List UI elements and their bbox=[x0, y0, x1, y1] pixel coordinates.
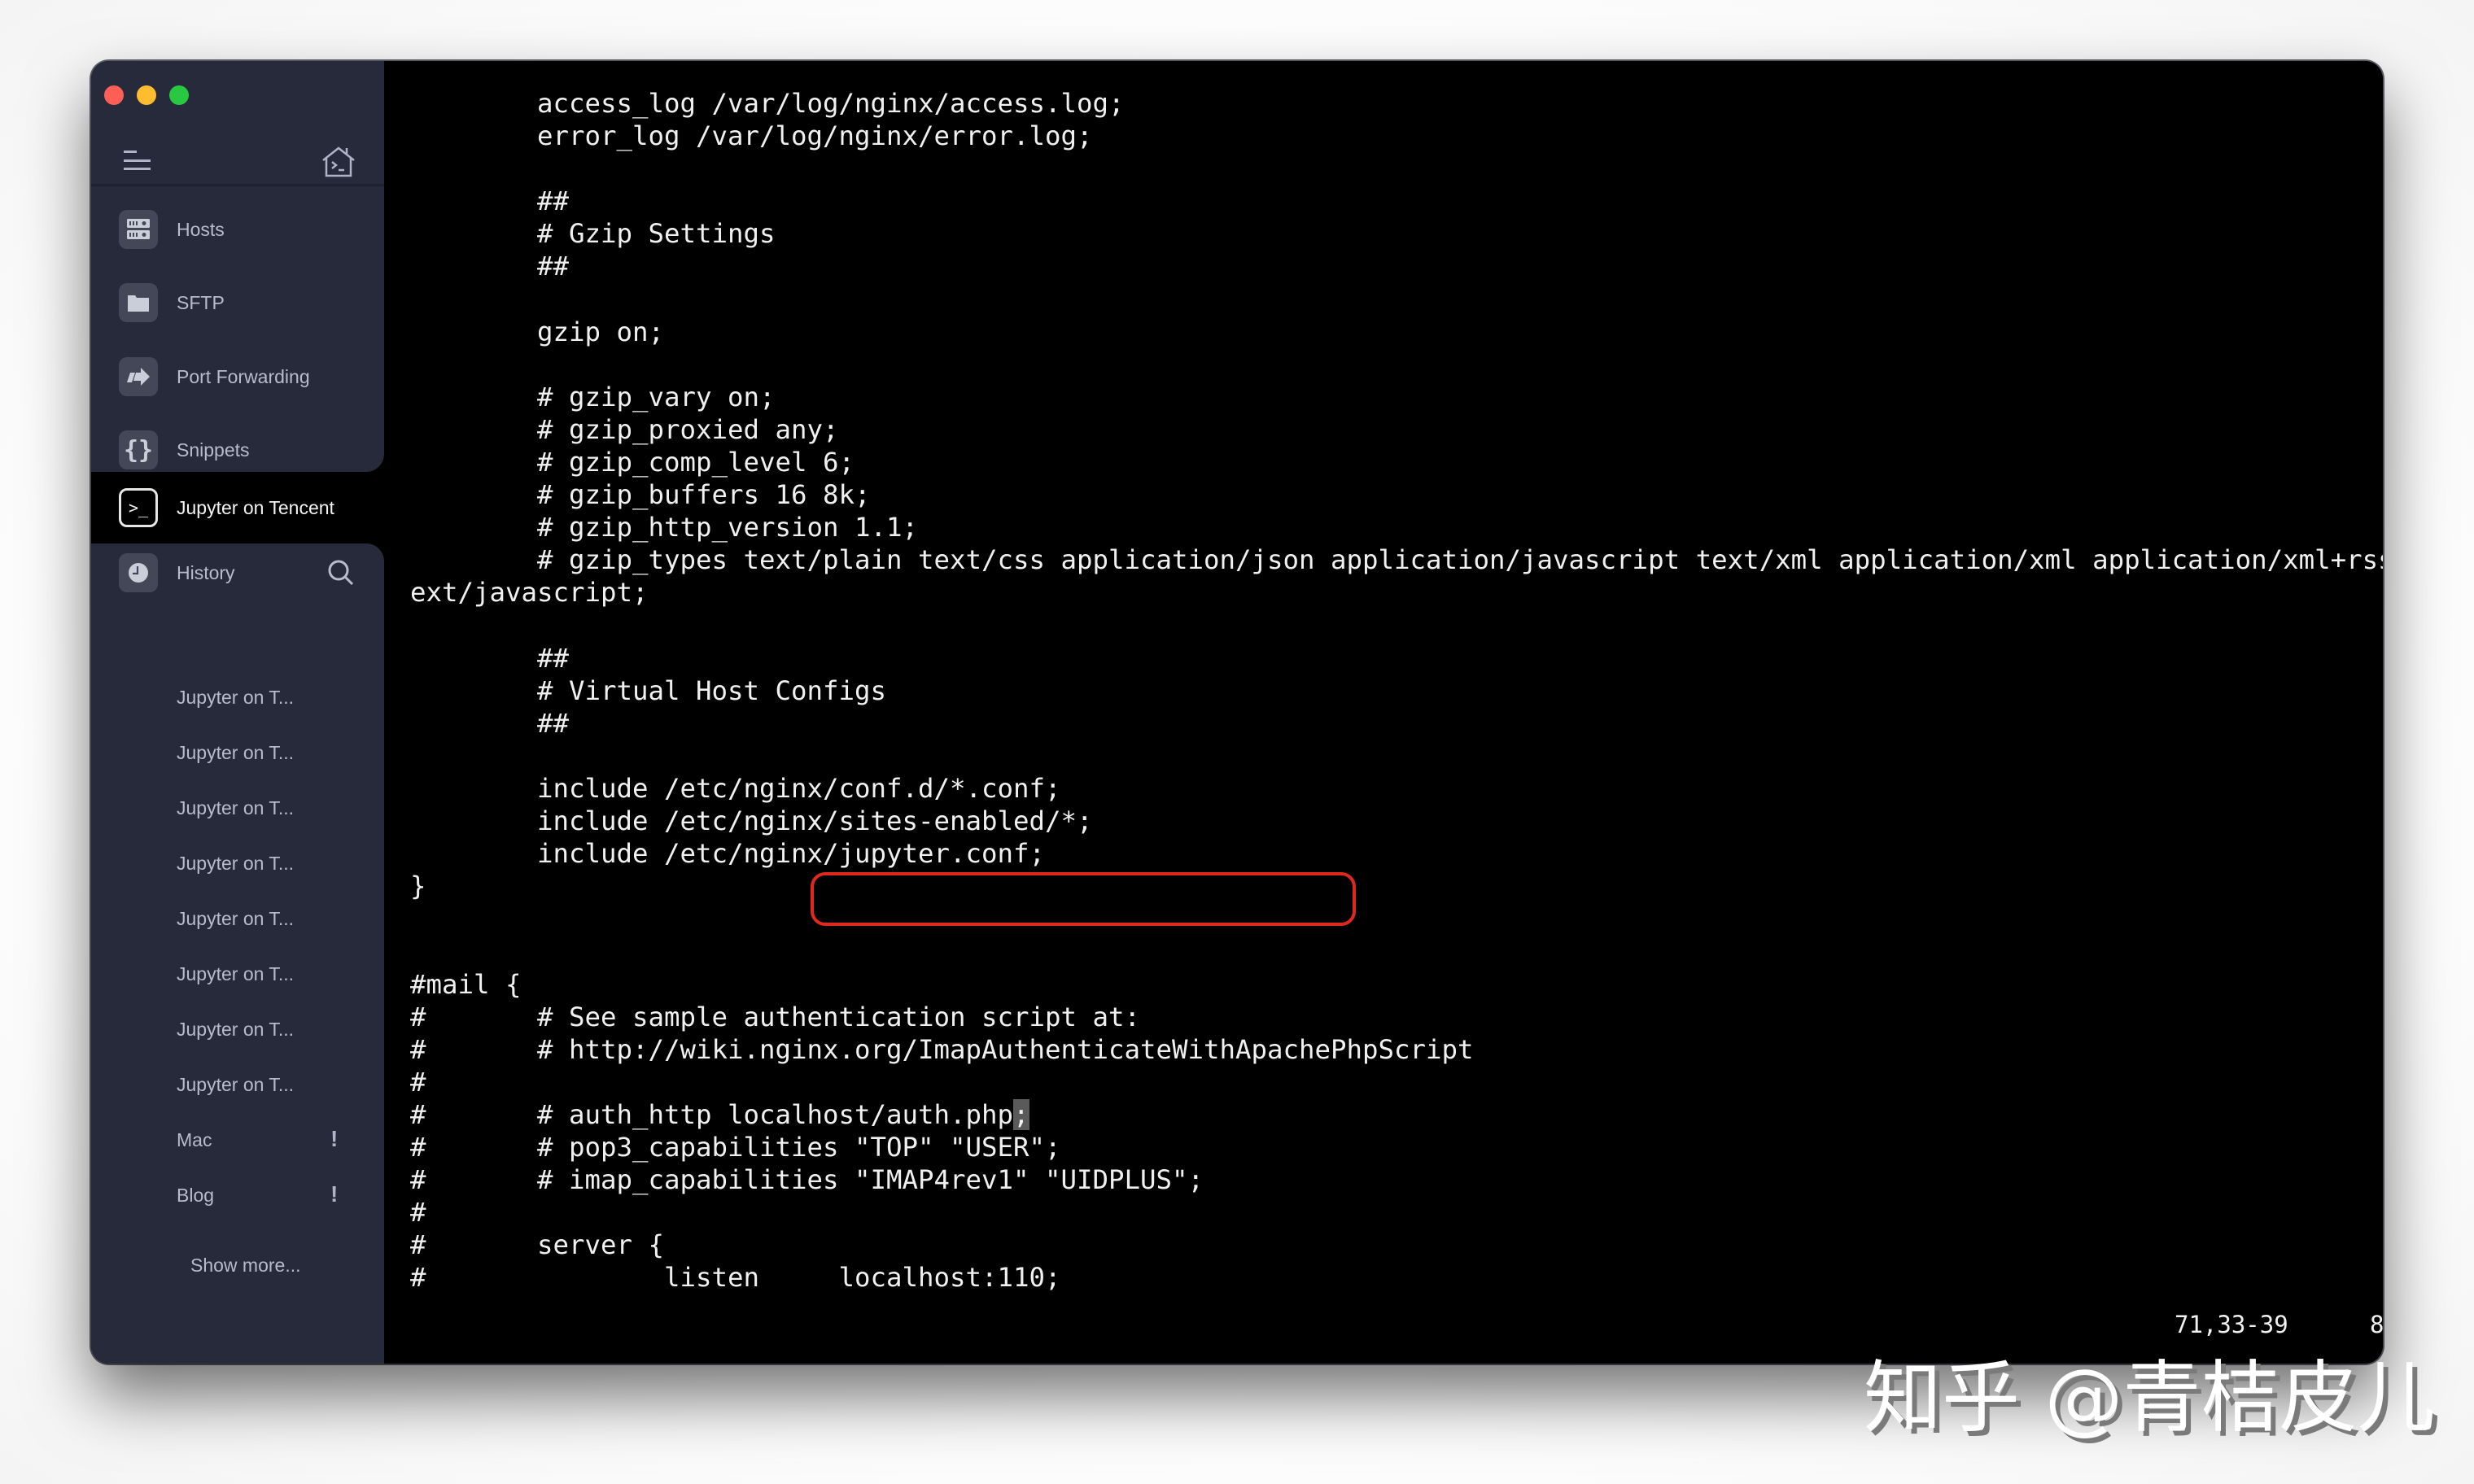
terminal-line: # gzip_buffers 16 8k; bbox=[410, 479, 871, 511]
terminal-line: ## bbox=[410, 707, 570, 739]
history-item[interactable]: Jupyter on T... bbox=[177, 853, 294, 875]
sidebar: Hosts SFTP Port Forwarding {} Snippets >… bbox=[91, 61, 384, 1364]
history-label: History bbox=[177, 561, 235, 583]
sidebar-item-sftp[interactable]: SFTP bbox=[91, 270, 384, 335]
sidebar-item-active-session[interactable]: >_ Jupyter on Tencent bbox=[91, 472, 384, 543]
app-window: Hosts SFTP Port Forwarding {} Snippets >… bbox=[91, 61, 2383, 1364]
history-item[interactable]: Jupyter on T... bbox=[177, 687, 294, 709]
sidebar-item-port-forwarding[interactable]: Port Forwarding bbox=[91, 344, 384, 409]
terminal-line: # bbox=[410, 1197, 426, 1229]
nav-label: Hosts bbox=[177, 218, 225, 240]
terminal-view[interactable]: access_log /var/log/nginx/access.log; er… bbox=[384, 61, 2383, 1364]
terminal-line: # # imap_capabilities "IMAP4rev1" "UIDPL… bbox=[410, 1164, 1204, 1196]
terminal-line: access_log /var/log/nginx/access.log; bbox=[410, 88, 1125, 119]
terminal-output: access_log /var/log/nginx/access.log; er… bbox=[410, 87, 2383, 1294]
sidebar-header bbox=[91, 146, 384, 185]
watermark: 知乎 @青桔皮儿 bbox=[1864, 1352, 2436, 1443]
menu-icon[interactable] bbox=[124, 151, 151, 173]
history-header[interactable]: History bbox=[91, 540, 384, 605]
terminal-line: # # http://wiki.nginx.org/ImapAuthentica… bbox=[410, 1033, 1474, 1065]
terminal-line: include /etc/nginx/sites-enabled/*; bbox=[410, 805, 1093, 837]
history-item[interactable]: Mac bbox=[177, 1129, 212, 1151]
terminal-home-icon[interactable] bbox=[321, 146, 356, 178]
terminal-line: # # pop3_capabilities "TOP" "USER"; bbox=[410, 1132, 1061, 1163]
folder-icon bbox=[119, 283, 158, 322]
terminal-line: #mail { bbox=[410, 968, 522, 1000]
terminal-line: ## bbox=[410, 642, 570, 674]
terminal-line: # listen localhost:110; bbox=[410, 1262, 1061, 1294]
search-icon[interactable] bbox=[327, 559, 355, 587]
terminal-line: # gzip_comp_level 6; bbox=[410, 447, 855, 478]
terminal-line: # gzip_vary on; bbox=[410, 381, 776, 412]
header-divider bbox=[91, 184, 384, 186]
minimize-button[interactable] bbox=[137, 85, 156, 105]
forward-arrow-icon bbox=[119, 357, 158, 396]
history-item[interactable]: Jupyter on T... bbox=[177, 742, 294, 764]
warning-icon: ! bbox=[330, 1126, 339, 1151]
text-cursor: ; bbox=[1013, 1098, 1029, 1130]
warning-icon: ! bbox=[330, 1181, 339, 1207]
terminal-line: error_log /var/log/nginx/error.log; bbox=[410, 120, 1093, 152]
nav-label: Snippets bbox=[177, 439, 250, 460]
terminal-prompt-icon: >_ bbox=[119, 488, 158, 527]
terminal-line: # bbox=[410, 1066, 426, 1098]
history-item[interactable]: Jupyter on T... bbox=[177, 797, 294, 819]
terminal-line: # # See sample authentication script at: bbox=[410, 1001, 1141, 1032]
history-item[interactable]: Jupyter on T... bbox=[177, 1019, 294, 1041]
nav-label: SFTP bbox=[177, 291, 225, 313]
terminal-line: # Gzip Settings bbox=[410, 218, 776, 250]
terminal-line: # server { bbox=[410, 1229, 665, 1261]
terminal-line: include /etc/nginx/conf.d/*.conf; bbox=[410, 772, 1061, 804]
terminal-line: ext/javascript; bbox=[410, 577, 649, 609]
zoom-button[interactable] bbox=[169, 85, 189, 105]
history-item[interactable]: Jupyter on T... bbox=[177, 1074, 294, 1096]
sidebar-item-hosts[interactable]: Hosts bbox=[91, 197, 384, 262]
terminal-line: include /etc/nginx/jupyter.conf; bbox=[410, 838, 1046, 870]
terminal-line: ## bbox=[410, 251, 570, 282]
terminal-line: ## bbox=[410, 186, 570, 217]
terminal-line: gzip on; bbox=[410, 316, 665, 347]
sidebar-top-panel: Hosts SFTP Port Forwarding {} Snippets bbox=[91, 61, 384, 472]
history-item[interactable]: Blog bbox=[177, 1185, 214, 1207]
history-item[interactable]: Jupyter on T... bbox=[177, 908, 294, 930]
terminal-line: # Virtual Host Configs bbox=[410, 674, 887, 706]
terminal-line: } bbox=[410, 871, 426, 902]
terminal-line: # # auth_http localhost/auth.php; bbox=[410, 1098, 1029, 1130]
braces-icon: {} bbox=[119, 430, 158, 469]
nav-label: Jupyter on Tencent bbox=[177, 496, 334, 518]
history-item[interactable]: Jupyter on T... bbox=[177, 963, 294, 985]
terminal-line: # gzip_http_version 1.1; bbox=[410, 512, 919, 543]
history-panel: History Jupyter on T... Jupyter on T... Ju… bbox=[91, 543, 384, 1364]
terminal-line: # gzip_proxied any; bbox=[410, 413, 839, 445]
nav-label: Port Forwarding bbox=[177, 365, 310, 387]
terminal-line: # gzip_types text/plain text/css applica… bbox=[410, 544, 2383, 576]
show-more-link[interactable]: Show more... bbox=[190, 1255, 301, 1277]
server-icon bbox=[119, 210, 158, 249]
window-controls bbox=[104, 85, 189, 105]
close-button[interactable] bbox=[104, 85, 124, 105]
clock-icon bbox=[119, 553, 158, 592]
